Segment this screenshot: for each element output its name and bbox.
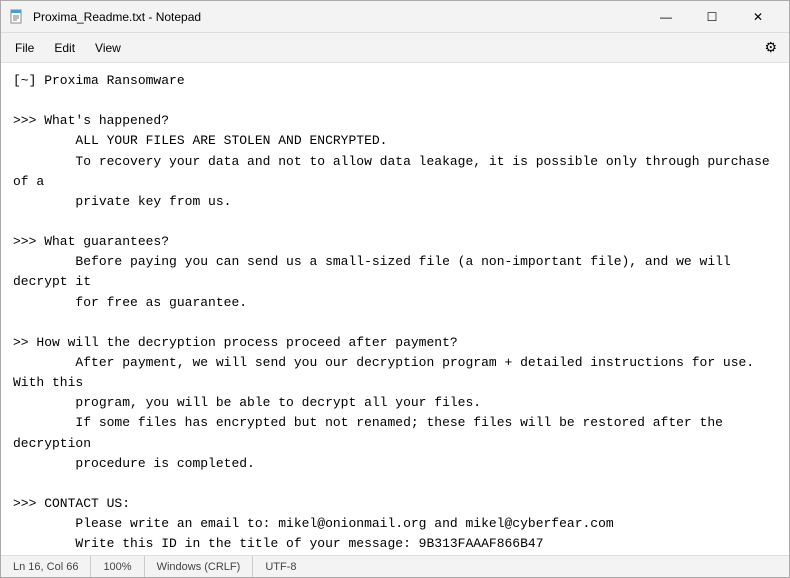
window-controls: — ☐ ✕ [643, 1, 781, 33]
settings-icon[interactable]: ⚙ [756, 35, 785, 60]
window-title: Proxima_Readme.txt - Notepad [33, 10, 643, 24]
menu-file[interactable]: File [5, 37, 44, 59]
encoding: UTF-8 [253, 556, 308, 577]
text-editor[interactable]: [~] Proxima Ransomware >>> What's happen… [1, 63, 789, 555]
minimize-button[interactable]: — [643, 1, 689, 33]
line-ending: Windows (CRLF) [145, 556, 254, 577]
menu-bar: File Edit View ⚙ [1, 33, 789, 63]
zoom-level: 100% [91, 556, 144, 577]
notepad-window: Proxima_Readme.txt - Notepad — ☐ ✕ File … [0, 0, 790, 578]
status-bar: Ln 16, Col 66 100% Windows (CRLF) UTF-8 [1, 555, 789, 577]
menu-edit[interactable]: Edit [44, 37, 85, 59]
maximize-button[interactable]: ☐ [689, 1, 735, 33]
close-button[interactable]: ✕ [735, 1, 781, 33]
app-icon [9, 9, 25, 25]
menu-view[interactable]: View [85, 37, 131, 59]
cursor-position: Ln 16, Col 66 [9, 556, 91, 577]
title-bar: Proxima_Readme.txt - Notepad — ☐ ✕ [1, 1, 789, 33]
menu-bar-right: ⚙ [756, 35, 785, 60]
